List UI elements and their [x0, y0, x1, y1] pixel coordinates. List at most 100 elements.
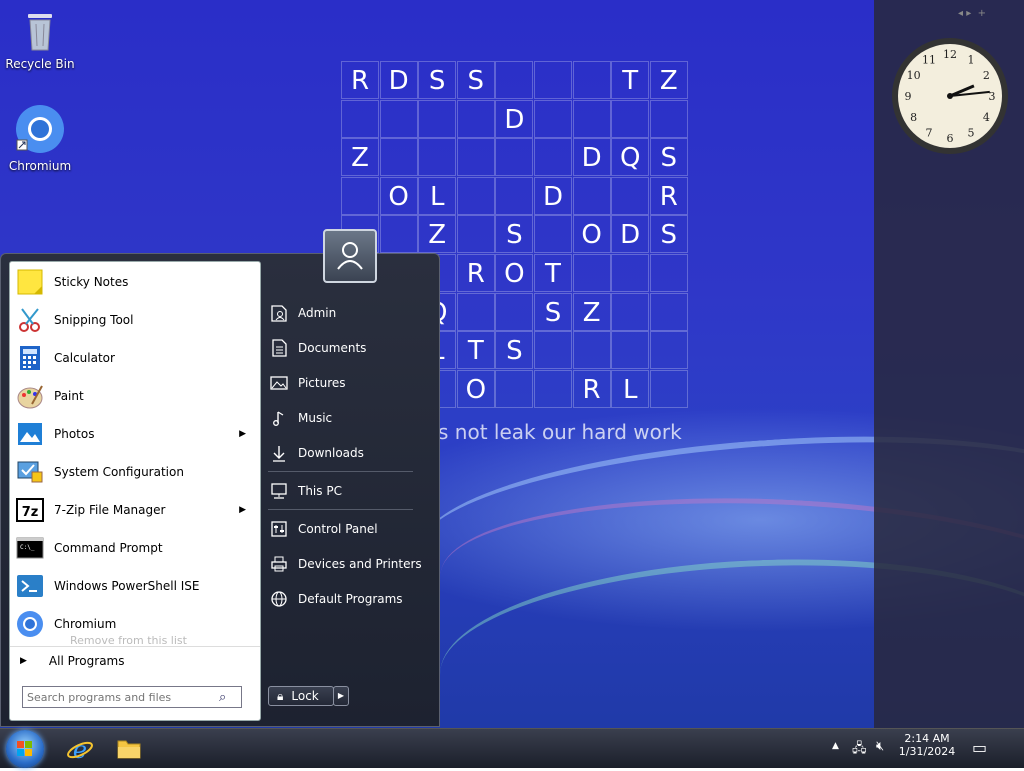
wallpaper-letter-cell	[495, 369, 534, 408]
clock-numeral: 5	[968, 126, 975, 139]
desktop-icon-chromium[interactable]: Chromium	[0, 104, 80, 173]
wallpaper-letter-cell: O	[495, 254, 534, 292]
search-icon[interactable]: ⌕	[219, 690, 226, 705]
wallpaper-letter-cell: S	[649, 138, 688, 177]
lock-label: Lock	[291, 689, 319, 703]
wallpaper-letter-cell	[456, 292, 495, 331]
program-item-7-zip-file-manager[interactable]: 7z 7-Zip File Manager ▶	[10, 492, 260, 528]
power-options-arrow-button[interactable]: ▶	[333, 686, 349, 706]
download-icon	[273, 446, 285, 462]
taskbar-internet-explorer[interactable]: e	[66, 735, 94, 764]
start-place-default-programs[interactable]: Default Programs	[268, 586, 433, 612]
program-label: System Configuration	[54, 465, 184, 479]
start-place-documents[interactable]: Documents	[268, 335, 433, 361]
program-item-sticky-notes[interactable]: Sticky Notes	[10, 264, 260, 300]
wallpaper-letter-cell	[572, 99, 611, 138]
places-separator	[268, 509, 413, 510]
program-label: Paint	[54, 389, 84, 403]
wallpaper-letter-cell: Z	[572, 292, 611, 331]
start-place-music[interactable]: Music	[268, 405, 433, 431]
submenu-arrow-icon[interactable]: ▶	[239, 429, 246, 439]
clock-numeral: 2	[983, 69, 990, 82]
place-label: Devices and Printers	[298, 557, 422, 571]
document-icon	[272, 339, 287, 357]
program-item-calculator[interactable]: Calculator	[10, 340, 260, 376]
program-item-system-configuration[interactable]: System Configuration	[10, 454, 260, 490]
wallpaper-letter-cell: D	[611, 215, 650, 254]
7zip-icon: 7z	[16, 498, 44, 522]
wallpaper-letter-cell	[379, 138, 418, 177]
wallpaper-letter-cell	[649, 254, 688, 292]
all-programs-button[interactable]: ▶ All Programs	[10, 646, 260, 675]
user-icon	[337, 242, 363, 270]
internet-explorer-icon: e	[67, 736, 93, 764]
wallpaper-letter-cell	[418, 99, 457, 138]
start-place-downloads[interactable]: Downloads	[268, 440, 433, 466]
program-item-snipping-tool[interactable]: Snipping Tool	[10, 302, 260, 338]
wallpaper-letter-cell	[572, 176, 611, 215]
start-place-devices-and-printers[interactable]: Devices and Printers	[268, 551, 433, 577]
wallpaper-letter-cell	[456, 215, 495, 254]
volume-muted-icon[interactable]: 🔇︎	[876, 739, 884, 754]
wallpaper-letter-cell	[495, 61, 534, 99]
start-place-pictures[interactable]: Pictures	[268, 370, 433, 396]
lock-button[interactable]: 🔒︎ Lock	[268, 686, 334, 706]
wallpaper-letter-cell: S	[456, 61, 495, 99]
program-item-command-prompt[interactable]: C:\_ Command Prompt	[10, 530, 260, 566]
show-hidden-icons-button[interactable]: ▲	[832, 741, 839, 751]
pictures-icon	[270, 376, 288, 390]
taskbar-file-explorer[interactable]	[116, 737, 142, 761]
place-label: Default Programs	[298, 592, 403, 606]
command-prompt-icon: C:\_	[16, 537, 44, 559]
wallpaper-letter-cell	[611, 254, 650, 292]
taskbar: e ▲ 🖧︎ 🔇︎ 2:14 AM 1/31/2024 ▭	[0, 728, 1024, 768]
start-place-control-panel[interactable]: Control Panel	[268, 516, 433, 542]
clock-numeral: 10	[907, 69, 921, 82]
gadget-nav-icons[interactable]: ◂ ▸ +	[958, 8, 986, 19]
tray-date: 1/31/2024	[898, 745, 956, 758]
wallpaper-letter-cell: S	[495, 215, 534, 254]
wallpaper-letter-cell	[572, 61, 611, 99]
search-input[interactable]	[23, 689, 219, 705]
start-menu-programs-pane: Sticky Notes Snipping Tool Calculator Paint…	[9, 261, 261, 721]
clock-gadget[interactable]: 1234567891011 12	[890, 36, 1010, 156]
wallpaper-letter-cell	[341, 176, 379, 215]
clock-numeral: 9	[905, 90, 912, 103]
gadget-sidebar: ◂ ▸ + 1 2 3 4 5 6 7 8 9 10 11 12	[874, 0, 1024, 728]
calculator-icon	[20, 346, 40, 370]
wallpaper-letter-cell: S	[418, 61, 457, 99]
place-label: Music	[298, 411, 333, 425]
control-panel-icon	[271, 521, 287, 537]
wallpaper-letter-cell: R	[572, 369, 611, 408]
wallpaper-letter-cell: O	[572, 215, 611, 254]
program-item-photos[interactable]: Photos ▶	[10, 416, 260, 452]
start-place-this-pc[interactable]: This PC	[268, 478, 433, 504]
tray-clock[interactable]: 2:14 AM 1/31/2024	[892, 732, 962, 758]
clock-numeral: 12	[943, 48, 957, 61]
search-box[interactable]: ⌕	[22, 686, 242, 708]
wallpaper-letter-cell	[418, 138, 457, 177]
program-item-windows-powershell-ise[interactable]: Windows PowerShell ISE	[10, 568, 260, 604]
places-separator	[268, 471, 413, 472]
action-center-icon[interactable]: ▭	[972, 738, 987, 757]
wallpaper-letter-cell: D	[534, 176, 572, 215]
program-item-paint[interactable]: Paint	[10, 378, 260, 414]
desktop-icon-recycle-bin[interactable]: Recycle Bin	[0, 8, 80, 71]
start-button[interactable]	[6, 730, 44, 768]
wallpaper-letter-cell: S	[534, 292, 572, 331]
file-explorer-icon	[117, 740, 141, 759]
clock-numeral: 7	[926, 126, 933, 139]
wallpaper-letter-cell	[572, 254, 611, 292]
start-place-admin[interactable]: Admin	[268, 300, 433, 326]
submenu-arrow-icon[interactable]: ▶	[239, 505, 246, 515]
user-folder-icon	[271, 305, 287, 322]
program-label: Windows PowerShell ISE	[54, 579, 200, 593]
user-avatar[interactable]	[323, 229, 377, 283]
program-label: Calculator	[54, 351, 115, 365]
wallpaper-letter-cell: D	[379, 61, 418, 99]
wallpaper-letter-cell: O	[456, 369, 495, 408]
network-icon[interactable]: 🖧︎	[852, 739, 867, 761]
wallpaper-letter-cell	[534, 215, 572, 254]
wallpaper-letter-cell	[534, 369, 572, 408]
wallpaper-letter-cell	[534, 99, 572, 138]
